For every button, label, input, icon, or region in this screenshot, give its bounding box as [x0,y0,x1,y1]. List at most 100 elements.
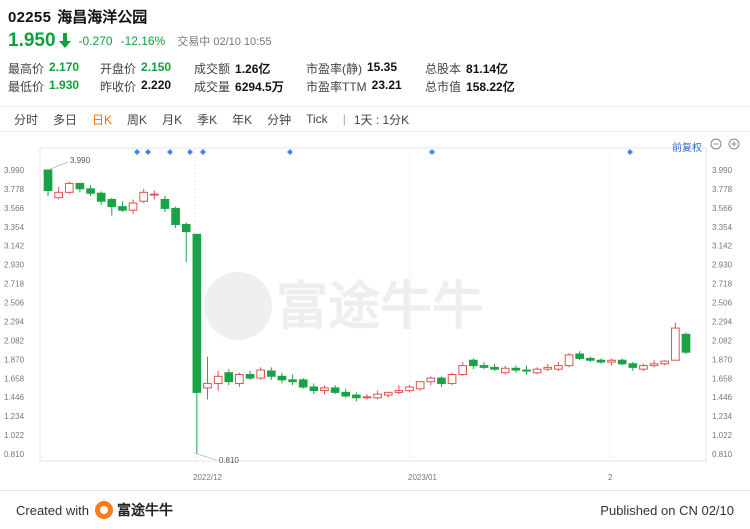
y-tick-left: 0.810 [4,450,25,459]
candle-body [628,363,638,368]
kline-chart-svg[interactable]: 富途牛牛 3.990 3.990 3.778 3.778 3.566 3.566 3.354 3… [0,134,750,490]
y-tick-left: 1.658 [4,374,25,383]
period-tabs: 分时 多日 日K 周K 月K 季K 年K 分钟 Tick | 1天 : 1分K [0,106,750,132]
candle-body [617,359,627,365]
y-tick-right: 1.446 [712,393,733,402]
high-annotation-line [47,161,69,171]
tab-quarterly-k[interactable]: 季K [197,111,217,128]
candle-body [171,207,180,225]
candle-body [479,365,489,368]
candle-body [639,365,648,370]
candle-body [64,182,74,193]
candle-body [150,193,159,196]
price-change-pct: -12.16% [120,34,166,48]
y-tick-right: 2.294 [712,317,733,326]
candle-body [320,387,329,392]
candle-body [383,391,393,396]
high-annotation: 3.990 [70,156,91,165]
y-tick-left: 1.446 [4,393,25,402]
y-tick-right: 1.022 [712,431,733,440]
stat-total-shares: 总股本 81.14亿 [425,62,509,76]
candle-body [86,188,95,194]
tab-monthly-k[interactable]: 月K [162,111,182,128]
candle-body [235,374,244,384]
zoom-out-icon[interactable] [710,138,722,150]
candle-body [394,390,404,393]
candle-body [330,387,340,393]
candle-body [213,375,223,384]
footer: Created with 富途牛牛 Published on CN 02/10 [0,490,750,529]
event-marker-icon [200,149,206,155]
candle-body [607,359,616,363]
y-tick-left: 2.082 [4,336,25,345]
event-marker-icon [145,149,151,155]
tab-intraday[interactable]: 分时 [14,111,38,128]
candle-body [256,369,265,379]
candle-body [415,381,425,390]
y-tick-left: 2.506 [4,299,25,308]
adjust-button[interactable]: 前复权 [672,139,702,154]
brand-logo: 富途牛牛 [94,500,173,520]
stats-row-2: 最低价 1.930 昨收价 2.220 成交量 6294.5万 市盈率TTM 23.21… [8,78,742,96]
candle-body [118,206,127,211]
candle-body [585,357,595,361]
low-annotation-line [196,453,217,461]
zoom-in-icon[interactable] [728,138,740,150]
y-tick-left: 1.022 [4,431,25,440]
x-tick-label: 2 [608,473,613,482]
x-tick-label: 2022/12 [193,473,222,482]
y-tick-left: 3.566 [4,204,25,213]
event-marker-icon [167,149,173,155]
candle-body [224,372,234,383]
y-tick-left: 3.778 [4,185,25,194]
y-tick-right: 1.870 [712,355,733,364]
candle-body [671,327,680,361]
y-tick-right: 3.778 [712,185,733,194]
y-tick-right: 3.566 [712,204,733,213]
candle-body [128,202,138,211]
candle-body [575,353,584,359]
stats-panel: 最高价 2.170 开盘价 2.150 成交额 1.26亿 市盈率(静) 15.35 总… [8,60,742,96]
candle-body [437,377,446,384]
stat-volume: 成交量 6294.5万 [194,80,284,94]
created-with-label: Created with [16,502,89,518]
candle-body [96,192,106,202]
tab-multi-day[interactable]: 多日 [53,111,77,128]
y-tick-right: 1.658 [712,374,733,383]
kline-chart: 富途牛牛 3.990 3.990 3.778 3.778 3.566 3.566 3.354 3… [0,134,750,490]
tab-daily-k[interactable]: 日K [92,111,112,128]
tab-yearly-k[interactable]: 年K [232,111,252,128]
candle-body [564,354,574,367]
candle-body [660,360,670,365]
candle-body [511,367,521,371]
candle-body [203,382,212,389]
event-marker-icon [287,149,293,155]
candle-body [596,359,606,363]
y-tick-left: 2.718 [4,280,25,289]
candle-body [298,379,308,388]
candle-body [458,365,468,376]
last-price: 1.950 [8,30,56,51]
y-tick-left: 3.990 [4,166,25,175]
tab-minute[interactable]: 分钟 [267,111,291,128]
tab-tick[interactable]: Tick [306,112,328,126]
trading-status: 交易中 02/10 10:55 [177,36,272,48]
event-marker-icon [187,149,193,155]
stat-high: 最高价 2.170 [8,60,80,76]
event-marker-icon [134,149,140,155]
published-label: Published on CN 02/10 [600,502,734,518]
stat-market-cap: 总市值 158.22亿 [425,80,515,94]
y-tick-left: 2.930 [4,261,25,270]
y-tick-left: 2.294 [4,317,25,326]
stat-low: 最低价 1.930 [8,78,80,94]
stat-pe-ttm: 市盈率TTM 23.21 [306,78,402,94]
y-tick-right: 3.990 [712,166,733,175]
event-marker-icon [627,149,633,155]
candle-body [245,374,255,379]
candle-body [266,370,276,377]
tab-weekly-k[interactable]: 周K [127,111,147,128]
y-tick-right: 2.082 [712,336,733,345]
tab-interval-select[interactable]: 1天 : 1分K [354,111,409,128]
candle-body [543,366,553,370]
candle-body [649,363,659,367]
